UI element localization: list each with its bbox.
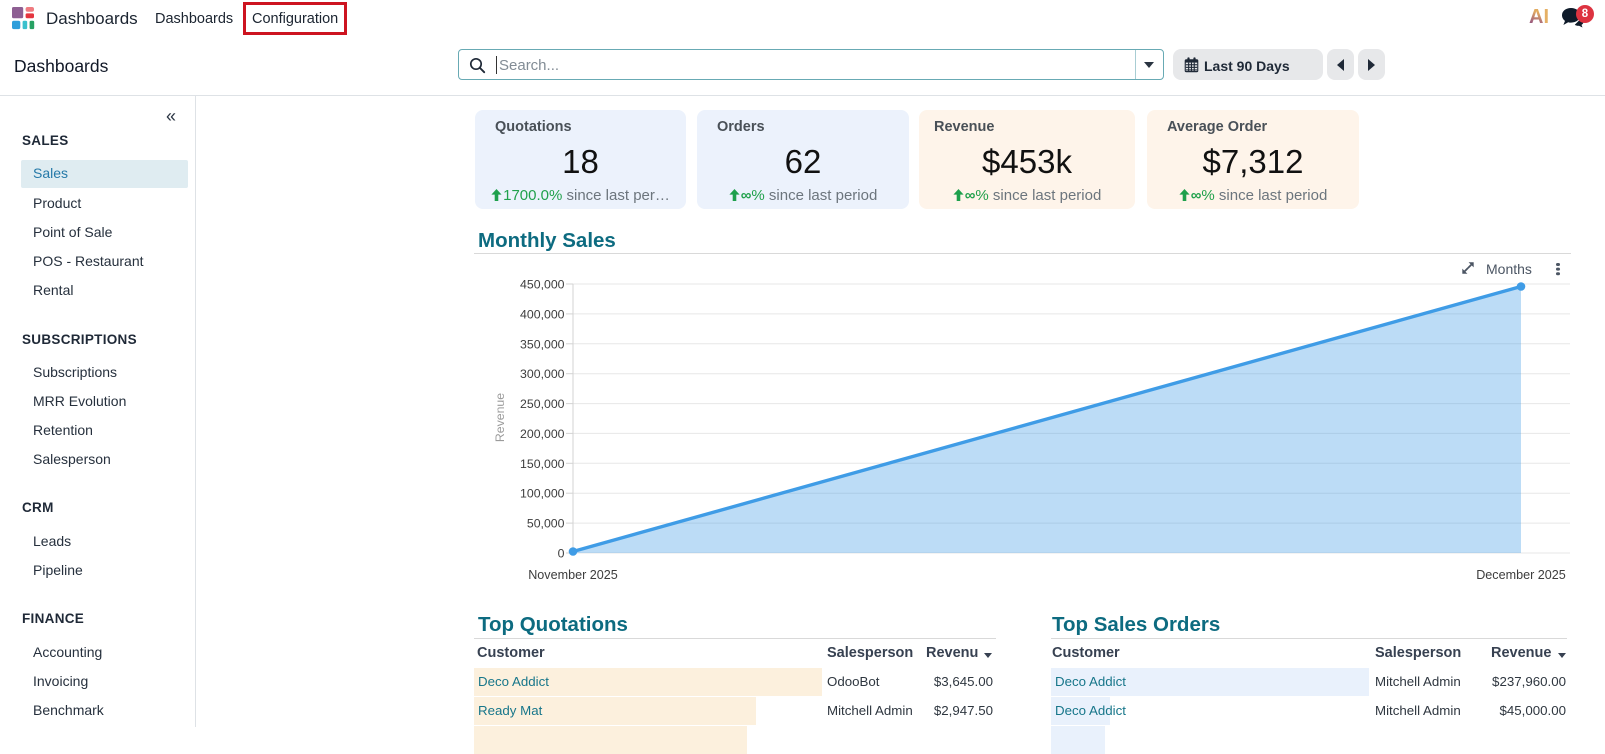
svg-text:150,000: 150,000 [520,457,565,471]
svg-text:December 2025: December 2025 [1476,568,1566,582]
svg-text:300,000: 300,000 [520,367,565,381]
svg-text:November 2025: November 2025 [528,568,618,582]
svg-text:Revenue: Revenue [493,393,507,442]
svg-text:250,000: 250,000 [520,397,565,411]
svg-text:50,000: 50,000 [527,517,565,531]
svg-text:450,000: 450,000 [520,278,565,292]
svg-text:400,000: 400,000 [520,307,565,321]
svg-text:0: 0 [558,547,565,561]
svg-text:350,000: 350,000 [520,337,565,351]
svg-text:100,000: 100,000 [520,487,565,501]
svg-text:200,000: 200,000 [520,427,565,441]
